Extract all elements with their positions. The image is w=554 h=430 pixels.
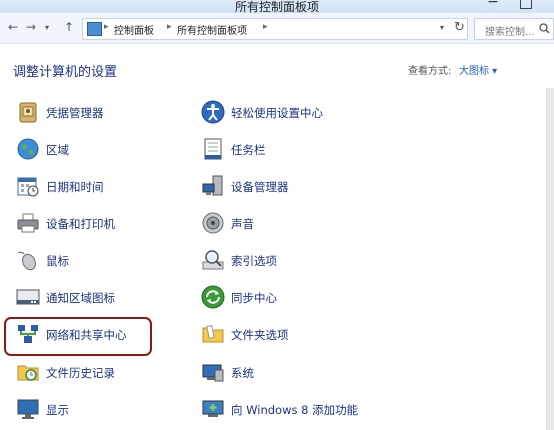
- search-input[interactable]: 搜索控制...: [474, 18, 554, 40]
- address-toolbar: ← → ▾ ↑ ▸ 控制面板 ▸ 所有控制面板项 ▸ ▾ ↻ 搜索控制...: [0, 13, 554, 44]
- item-credential-manager[interactable]: 凭据管理器: [16, 98, 191, 126]
- folder-options-icon: [202, 324, 224, 343]
- search-placeholder: 搜索控制...: [485, 27, 535, 38]
- item-label: 文件历史记录: [46, 366, 115, 380]
- maximize-button[interactable]: [520, 0, 532, 9]
- item-label: 设备和打印机: [46, 217, 115, 231]
- file-history-icon: [17, 365, 39, 381]
- item-label: 索引选项: [231, 254, 277, 268]
- title-bar: 所有控制面板项 −: [0, 0, 554, 14]
- breadcrumb-control-panel[interactable]: 控制面板: [114, 22, 154, 37]
- item-sync-center[interactable]: 同步中心: [201, 283, 376, 311]
- control-panel-icon: [87, 22, 102, 36]
- item-label: 声音: [231, 217, 254, 231]
- add-features-icon: [202, 400, 224, 417]
- item-label: 任务栏: [231, 143, 266, 157]
- item-label: 轻松使用设置中心: [231, 106, 323, 120]
- credential-manager-icon: [19, 102, 37, 123]
- item-label: 日期和时间: [46, 180, 104, 194]
- printer-icon: [17, 213, 39, 233]
- item-taskbar[interactable]: 任务栏: [201, 135, 376, 163]
- display-icon: [17, 399, 39, 419]
- view-by-label: 查看方式:: [408, 66, 452, 77]
- back-button[interactable]: ←: [8, 20, 18, 34]
- breadcrumb-separator[interactable]: ▸: [104, 22, 109, 32]
- address-bar[interactable]: ▸ 控制面板 ▸ 所有控制面板项 ▸ ▾ ↻: [82, 18, 468, 40]
- item-label: 设备管理器: [231, 180, 289, 194]
- item-indexing-options[interactable]: 索引选项: [201, 246, 376, 274]
- index-magnifier-icon: [202, 250, 224, 270]
- minimize-button[interactable]: −: [473, 0, 513, 12]
- item-system[interactable]: 系统: [201, 358, 376, 386]
- ease-of-access-icon: [201, 100, 225, 124]
- search-icon[interactable]: [539, 23, 550, 34]
- globe-icon: [17, 138, 39, 160]
- mouse-icon: [17, 251, 36, 271]
- item-folder-options[interactable]: 文件夹选项: [201, 320, 376, 348]
- item-notification-area[interactable]: 通知区域图标: [16, 283, 191, 311]
- device-manager-icon: [202, 175, 223, 196]
- item-label: 凭据管理器: [46, 106, 104, 120]
- vertical-scrollbar[interactable]: [546, 88, 554, 430]
- item-sound[interactable]: 声音: [201, 209, 376, 237]
- item-devices-printers[interactable]: 设备和打印机: [16, 209, 191, 237]
- item-label: 同步中心: [231, 291, 277, 305]
- item-label: 系统: [231, 366, 254, 380]
- item-display[interactable]: 显示: [16, 395, 191, 423]
- item-date-time[interactable]: 日期和时间: [16, 172, 191, 200]
- forward-button[interactable]: →: [26, 20, 36, 34]
- refresh-button[interactable]: ↻: [454, 20, 465, 35]
- system-icon: [202, 364, 224, 382]
- taskbar-icon: [204, 138, 222, 160]
- page-title: 调整计算机的设置: [13, 65, 118, 80]
- breadcrumb-separator[interactable]: ▸: [263, 22, 268, 32]
- item-label: 通知区域图标: [46, 291, 115, 305]
- up-button[interactable]: ↑: [64, 20, 74, 34]
- item-file-history[interactable]: 文件历史记录: [16, 358, 191, 386]
- recent-locations-dropdown[interactable]: ▾: [45, 23, 49, 32]
- sync-icon: [201, 285, 225, 309]
- item-ease-of-access[interactable]: 轻松使用设置中心: [201, 98, 376, 126]
- item-label: 鼠标: [46, 254, 69, 268]
- item-region[interactable]: 区域: [16, 135, 191, 163]
- highlight-box: [4, 317, 152, 356]
- item-add-features[interactable]: 向 Windows 8 添加功能: [201, 395, 401, 423]
- view-mode-dropdown[interactable]: 大图标 ▾: [459, 62, 497, 77]
- speaker-icon: [202, 212, 224, 234]
- breadcrumb-all-items[interactable]: 所有控制面板项: [177, 22, 247, 37]
- item-label: 向 Windows 8 添加功能: [231, 403, 359, 417]
- calendar-clock-icon: [17, 177, 39, 197]
- item-device-manager[interactable]: 设备管理器: [201, 172, 376, 200]
- breadcrumb-separator[interactable]: ▸: [167, 22, 172, 32]
- item-label: 文件夹选项: [231, 328, 289, 342]
- item-mouse[interactable]: 鼠标: [16, 246, 191, 274]
- notification-area-icon: [16, 289, 40, 305]
- item-label: 显示: [46, 403, 69, 417]
- item-label: 区域: [46, 143, 69, 157]
- address-dropdown[interactable]: ▾: [440, 23, 444, 32]
